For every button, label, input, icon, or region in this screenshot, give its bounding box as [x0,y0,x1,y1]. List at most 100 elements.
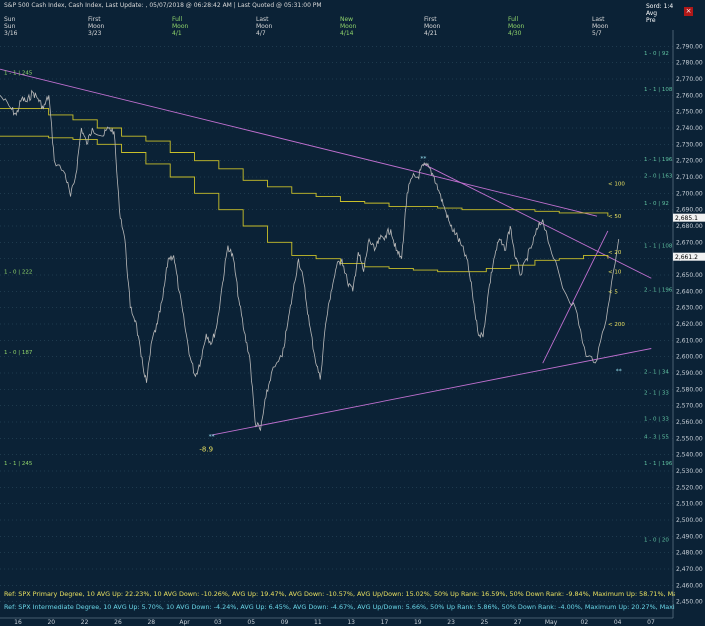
moon-phase-date: 4/30 [508,30,522,37]
corner-line-2: Avg [646,10,658,17]
y-tick-label-20: 2,650.00 [676,272,703,279]
moon-phase-label: Moon [508,23,525,30]
moon-phase-5: First Moon 4/21 [424,16,440,37]
level-label-10: 2 - 1 | 196 [644,288,673,294]
y-tick-label-24: 2,690.00 [676,207,703,214]
level-label-2: 1 - 0 | 187 [4,350,33,356]
moon-phase-7: Last Moon 5/7 [592,16,608,37]
moon-phase-1: First Moon 3/23 [88,16,104,37]
level-label-0: 1 - 1 | 245 [4,70,33,76]
moon-phase-phase: Full [508,16,519,23]
y-tick-label-16: 2,610.00 [676,337,703,344]
x-tick-label-4: 28 [147,619,155,626]
y-tick-label-22: 2,670.00 [676,239,703,246]
moon-phase-phase: New [340,16,354,23]
moon-phase-phase: Full [172,16,183,23]
chart-background [0,0,705,626]
y-tick-label-8: 2,530.00 [676,468,703,475]
y-tick-label-6: 2,510.00 [676,501,703,508]
moon-phase-label: Moon [592,23,609,30]
x-tick-label-13: 23 [447,619,455,626]
x-tick-label-6: 03 [214,619,222,626]
x-tick-label-1: 20 [47,619,55,626]
price-tag-1: 2,661.2 [675,254,698,261]
y-tick-label-28: 2,730.00 [676,141,703,148]
x-tick-label-2: 22 [81,619,89,626]
annotation-0: -8.9 [199,445,213,453]
x-tick-label-7: 05 [247,619,255,626]
moon-phase-date: 4/1 [172,30,182,37]
level-label-6: 1 - 1 | 196 [644,157,673,163]
moon-phase-date: 5/7 [592,30,602,37]
y-tick-label-3: 2,480.00 [676,550,703,557]
corner-line-3: Pre [646,17,656,24]
cycle-label-2: < 20 [608,250,622,256]
y-tick-label-23: 2,680.00 [676,223,703,230]
level-label-12: 2 - 1 | 33 [644,391,669,397]
moon-phase-4: New Moon 4/14 [340,16,356,37]
level-label-3: 1 - 1 | 245 [4,461,33,467]
footer-intermediate-degree: Ref: SPX Intermediate Degree, 10 AVG Up:… [4,603,675,611]
y-tick-label-12: 2,570.00 [676,403,703,410]
x-tick-label-16: May [545,619,558,626]
moon-phase-label: Moon [340,23,357,30]
y-tick-label-10: 2,550.00 [676,435,703,442]
moon-phase-label: Moon [172,23,189,30]
x-tick-label-11: 17 [381,619,389,626]
level-label-14: 4 - 3 | 55 [644,435,669,441]
moon-phase-2: Full Moon 4/1 [172,16,188,37]
y-tick-label-29: 2,740.00 [676,125,703,132]
x-tick-label-17: 02 [581,619,589,626]
level-label-11: 2 - 1 | 34 [644,369,669,375]
level-label-15: 1 - 1 | 196 [644,461,673,467]
y-tick-label-34: 2,790.00 [676,43,703,50]
moon-phase-date: 3/23 [88,30,102,37]
y-tick-label-0: 2,450.00 [676,599,703,606]
cycle-label-4: < 5 [608,289,618,295]
level-label-16: 1 - 0 | 20 [644,538,669,544]
close-icon[interactable]: × [684,7,693,16]
cycle-label-1: < 50 [608,214,622,220]
moon-phase-0: Sun Sun 3/16 [4,16,17,37]
moon-phase-phase: Sun [4,16,16,23]
moon-phase-label: Moon [256,23,273,30]
y-tick-label-31: 2,760.00 [676,92,703,99]
price-chart: 2,450.00 2,460.00 2,470.00 2,480.00 2,490.00… [0,0,705,626]
y-tick-label-9: 2,540.00 [676,452,703,459]
moon-phase-date: 4/7 [256,30,266,37]
x-tick-label-8: 09 [281,619,289,626]
level-label-5: 1 - 1 | 108 [644,87,673,93]
cycle-label-5: < 200 [608,322,625,328]
y-tick-label-13: 2,580.00 [676,386,703,393]
y-tick-label-19: 2,640.00 [676,288,703,295]
level-label-9: 1 - 1 | 108 [644,244,673,250]
corner-line-1: Sord: 1:4 [646,3,674,10]
moon-phase-label: Sun [4,23,16,30]
x-tick-label-5: Apr [179,619,190,626]
y-tick-label-26: 2,710.00 [676,174,703,181]
cycle-label-0: < 100 [608,182,625,188]
moon-phase-phase: Last [592,16,605,23]
y-tick-label-17: 2,620.00 [676,321,703,328]
y-tick-label-5: 2,500.00 [676,517,703,524]
moon-phase-3: Last Moon 4/7 [256,16,272,37]
level-label-8: 1 - 0 | 92 [644,201,669,207]
y-tick-label-4: 2,490.00 [676,533,703,540]
y-tick-label-2: 2,470.00 [676,566,703,573]
pivot-marker-2: ** [616,368,622,375]
x-tick-label-10: 13 [347,619,355,626]
x-tick-label-9: 11 [314,619,322,626]
level-label-7: 2 - 0 | 163 [644,173,673,179]
y-tick-label-1: 2,460.00 [676,582,703,589]
y-tick-label-14: 2,590.00 [676,370,703,377]
pivot-marker-1: ** [209,433,215,440]
moon-phase-phase: Last [256,16,269,23]
chart-title: S&P 500 Cash Index, Cash Index, Last Upd… [4,2,322,9]
moon-phase-date: 3/16 [4,30,18,37]
x-tick-label-19: 07 [647,619,655,626]
corner-info: Sord: 1:4 Avg Pre [646,3,673,24]
y-tick-label-15: 2,600.00 [676,354,703,361]
level-label-13: 1 - 0 | 33 [644,417,669,423]
moon-phase-date: 4/14 [340,30,354,37]
y-tick-label-18: 2,630.00 [676,305,703,312]
